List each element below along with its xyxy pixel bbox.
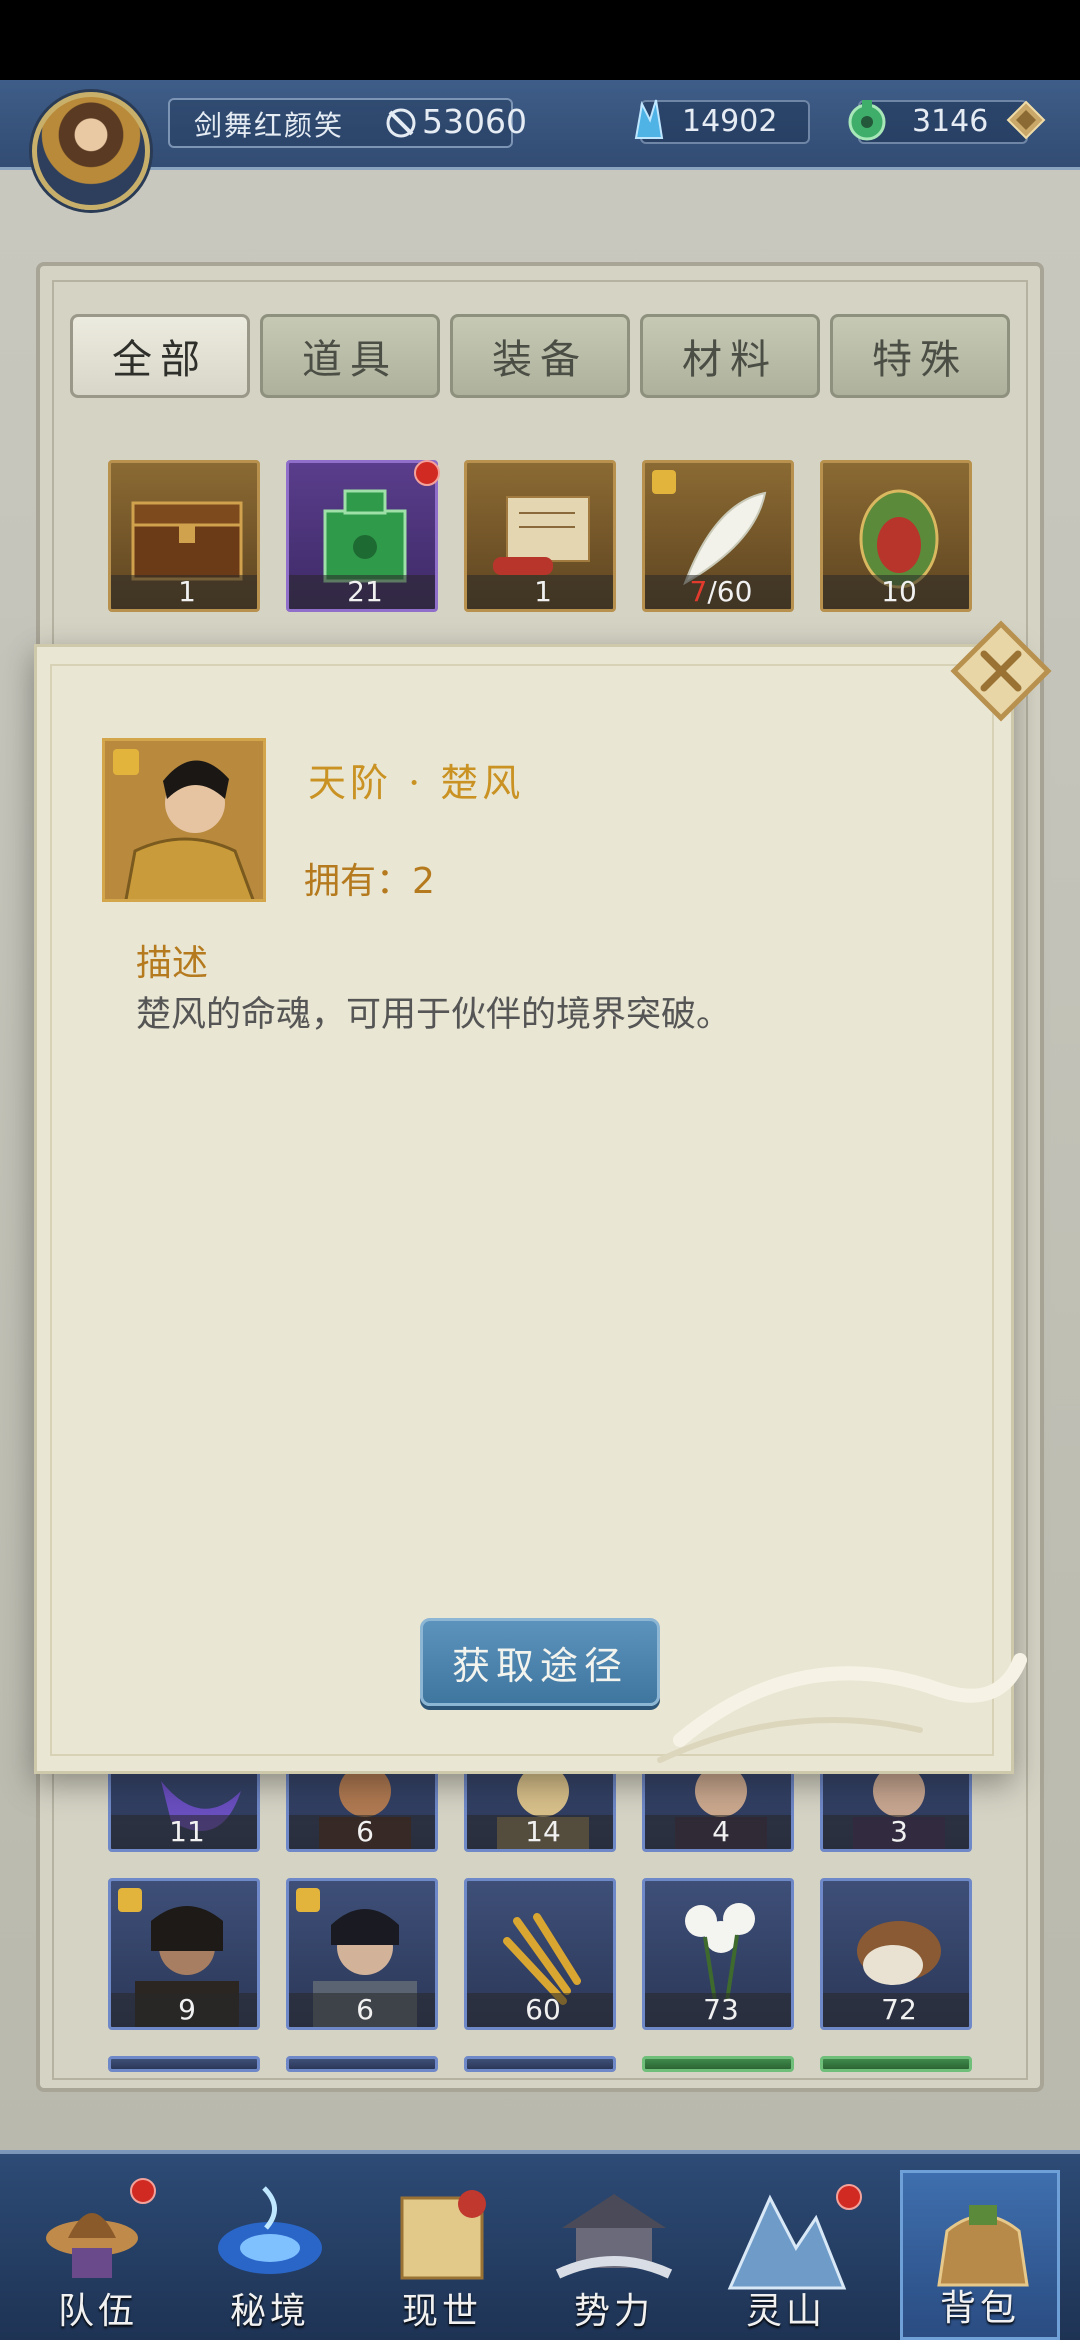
- item-slot[interactable]: 60: [464, 1878, 616, 2030]
- tab-materials[interactable]: 材料: [640, 314, 820, 398]
- close-icon[interactable]: [950, 620, 1052, 722]
- tab-special[interactable]: 特殊: [830, 314, 1010, 398]
- item-slot[interactable]: [286, 2056, 438, 2072]
- item-count: 1: [111, 575, 257, 609]
- item-slot[interactable]: 1: [108, 460, 260, 612]
- item-count: 11: [111, 1815, 257, 1849]
- item-slot[interactable]: [464, 2056, 616, 2072]
- nav-secret-realm[interactable]: 秘境: [184, 2170, 356, 2340]
- nav-world[interactable]: 现世: [356, 2170, 528, 2340]
- item-count: 60: [467, 1993, 613, 2027]
- crystal-icon: [634, 99, 664, 139]
- fragment-badge-icon: [296, 1888, 320, 1912]
- tab-props[interactable]: 道具: [260, 314, 440, 398]
- crystal-value: 14902: [682, 104, 778, 139]
- fragment-badge-icon: [652, 470, 676, 494]
- item-slot[interactable]: 1: [464, 460, 616, 612]
- item-count: 9: [111, 1993, 257, 2027]
- item-count: 10: [823, 575, 969, 609]
- item-slot[interactable]: 72: [820, 1878, 972, 2030]
- item-count: 6: [289, 1815, 435, 1849]
- nav-label: 队伍: [57, 2291, 138, 2332]
- notification-dot: [414, 460, 440, 486]
- item-slot[interactable]: [642, 2056, 794, 2072]
- player-avatar[interactable]: [32, 92, 150, 210]
- power-value: 53060: [422, 102, 527, 141]
- item-count: 72: [823, 1993, 969, 2027]
- item-slot[interactable]: 9: [108, 1878, 260, 2030]
- item-count: 14: [467, 1815, 613, 1849]
- item-count: 73: [645, 1993, 791, 2027]
- item-count: 7/60: [645, 575, 791, 609]
- nav-faction[interactable]: 势力: [528, 2170, 700, 2340]
- item-slot[interactable]: 10: [820, 460, 972, 612]
- item-slot[interactable]: 6: [286, 1878, 438, 2030]
- acquire-source-button[interactable]: 获取途径: [420, 1618, 660, 1706]
- tab-equipment[interactable]: 装备: [450, 314, 630, 398]
- item-count: 1: [467, 575, 613, 609]
- player-name: 剑舞红颜笑: [194, 109, 345, 142]
- item-slot[interactable]: 21: [286, 460, 438, 612]
- popup-description-text: 楚风的命魂，可用于伙伴的境界突破。: [136, 995, 732, 1035]
- item-slot[interactable]: [108, 2056, 260, 2072]
- nav-label: 势力: [573, 2291, 654, 2332]
- nav-label: 背包: [939, 2288, 1020, 2329]
- fragment-total: /60: [707, 575, 753, 608]
- popup-item-title: 天阶 · 楚风: [308, 761, 525, 805]
- nav-label: 秘境: [229, 2291, 310, 2332]
- popup-owned-count: 拥有：2: [304, 861, 435, 902]
- popup-description-heading: 描述: [136, 943, 209, 984]
- fragment-have: 7: [689, 575, 708, 608]
- tab-all[interactable]: 全部: [70, 314, 250, 398]
- notification-dot: [130, 2178, 156, 2204]
- status-bar: [0, 0, 1080, 80]
- item-count: 3: [823, 1815, 969, 1849]
- item-portrait: [102, 738, 266, 902]
- mountain-icon: [727, 2194, 847, 2290]
- nav-label: 现世: [401, 2291, 482, 2332]
- nav-team[interactable]: 队伍: [12, 2170, 184, 2340]
- fragment-badge-icon: [118, 1888, 142, 1912]
- item-slot[interactable]: [820, 2056, 972, 2072]
- item-slot[interactable]: 7/60: [642, 460, 794, 612]
- diamond-add-icon[interactable]: [1006, 100, 1046, 140]
- nav-spirit-mountain[interactable]: 灵山: [700, 2170, 872, 2340]
- portal-swirl-icon: [218, 2186, 322, 2274]
- map-scroll-icon: [400, 2190, 486, 2280]
- item-count: 21: [289, 575, 435, 609]
- notification-dot: [836, 2184, 862, 2210]
- item-slot[interactable]: 73: [642, 1878, 794, 2030]
- cloud-swirl-decoration: [657, 1653, 1027, 1763]
- sword-shield-icon: [386, 108, 416, 138]
- nav-label: 灵山: [745, 2291, 826, 2332]
- item-count: 6: [289, 1993, 435, 2027]
- item-count: 4: [645, 1815, 791, 1849]
- nav-bag[interactable]: 背包: [900, 2170, 1060, 2340]
- palace-icon: [555, 2194, 673, 2279]
- jade-coin-icon: [848, 100, 886, 141]
- hero-portrait-icon: [105, 741, 263, 899]
- jade-value: 3146: [912, 104, 989, 139]
